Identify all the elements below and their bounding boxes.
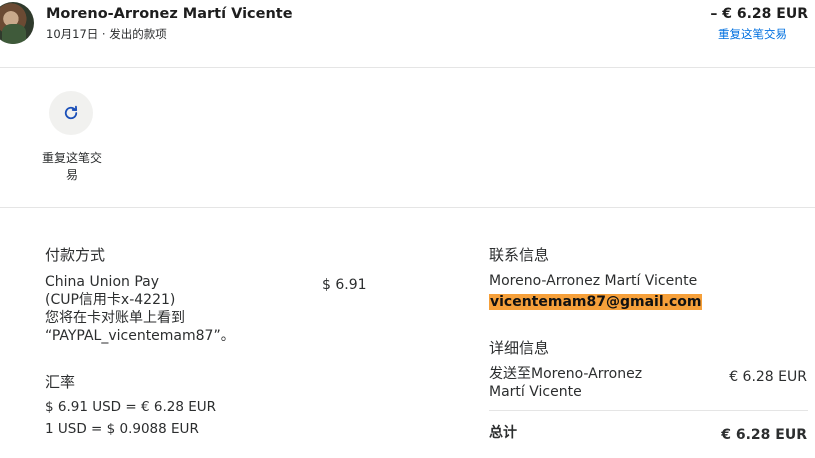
repeat-transaction-button[interactable]	[49, 91, 93, 135]
payment-method-line4: “PAYPAL_vicentemam87”。	[45, 328, 235, 344]
transaction-date-type: 10月17日 · 发出的款项	[46, 27, 167, 41]
avatar	[0, 2, 34, 44]
sent-to-line2: Martí Vicente	[489, 384, 582, 400]
details-title: 详细信息	[489, 339, 550, 357]
contact-email-row: vicentemam87@gmail.com	[489, 294, 703, 310]
contact-info-title: 联系信息	[489, 246, 550, 264]
payment-method-line1: China Union Pay	[45, 274, 160, 290]
sent-to-line1: 发送至Moreno-Arronez	[489, 366, 643, 382]
refresh-icon	[64, 105, 78, 120]
payment-method-title: 付款方式	[45, 246, 106, 264]
exchange-rate-line1: $ 6.91 USD = € 6.28 EUR	[45, 399, 216, 415]
exchange-rate-line2: 1 USD = $ 0.9088 EUR	[45, 421, 199, 437]
recipient-name: Moreno-Arronez Martí Vicente	[46, 6, 293, 22]
contact-name: Moreno-Arronez Martí Vicente	[489, 273, 698, 289]
details-divider	[489, 410, 808, 411]
exchange-rate-title: 汇率	[45, 373, 76, 391]
sent-amount: € 6.28 EUR	[729, 369, 807, 385]
total-amount: € 6.28 EUR	[721, 427, 807, 443]
transaction-amount: – € 6.28 EUR	[710, 6, 808, 22]
contact-email[interactable]: vicentemam87@gmail.com	[489, 294, 703, 310]
repeat-transaction-label: 重复这笔交易	[41, 151, 102, 182]
total-label: 总计	[489, 425, 517, 441]
payment-method-line3: 您将在卡对账单上看到	[45, 310, 185, 326]
actions-section: 重复这笔交易	[0, 68, 815, 208]
payment-method-line2: (CUP信用卡x-4221)	[45, 292, 176, 308]
repeat-transaction-link[interactable]: 重复这笔交易	[718, 26, 787, 42]
transaction-header: Moreno-Arronez Martí Vicente 10月17日 · 发出…	[0, 0, 815, 68]
payment-method-amount: $ 6.91	[322, 277, 367, 293]
